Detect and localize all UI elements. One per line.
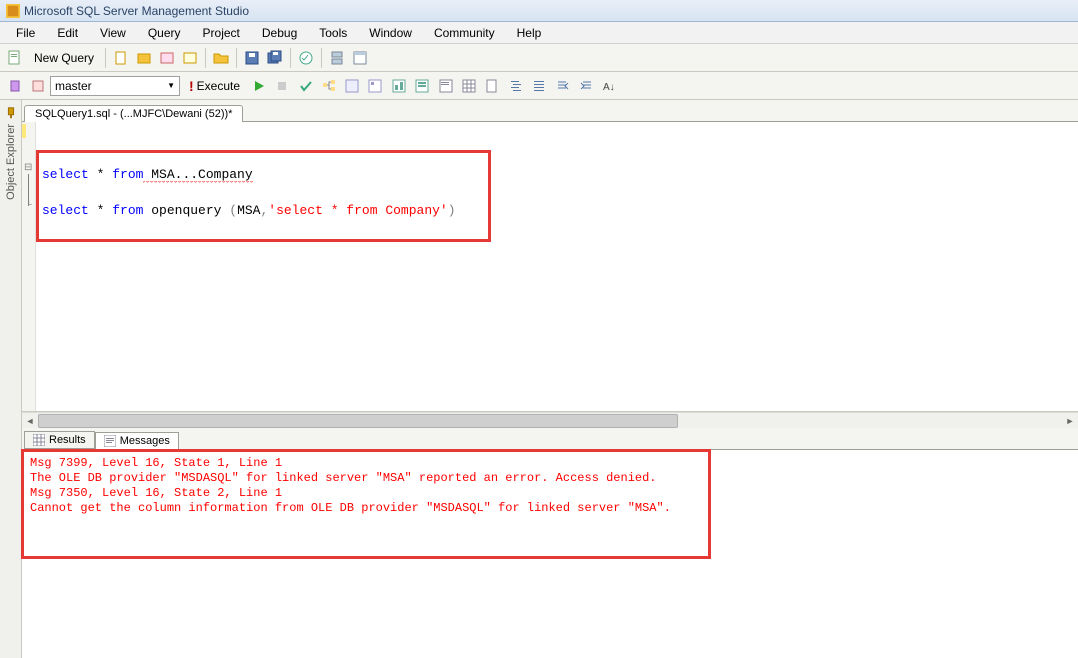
object-explorer-label: Object Explorer (5, 124, 17, 200)
dropdown-arrow-icon: ▼ (167, 81, 175, 90)
estimated-plan-icon[interactable] (318, 75, 340, 97)
document-tab-label: SQLQuery1.sql - (...MJFC\Dewani (52))* (35, 108, 232, 120)
window-title: Microsoft SQL Server Management Studio (24, 4, 249, 18)
execute-label: Execute (197, 79, 240, 93)
results-grid-icon (33, 434, 45, 446)
execute-button[interactable]: ! Execute (182, 75, 247, 97)
menu-help[interactable]: Help (507, 24, 552, 42)
change-connection-icon[interactable] (27, 75, 49, 97)
scroll-right-icon[interactable]: ► (1062, 413, 1078, 429)
open-file-icon[interactable] (210, 47, 232, 69)
results-tab-label: Results (49, 434, 86, 446)
include-stats-icon[interactable] (411, 75, 433, 97)
msg-line-2: The OLE DB provider "MSDASQL" for linked… (30, 471, 657, 485)
cancel-icon[interactable] (271, 75, 293, 97)
msg-line-1: Msg 7399, Level 16, State 1, Line 1 (30, 456, 282, 470)
messages-icon (104, 435, 116, 447)
results-file-icon[interactable] (481, 75, 503, 97)
new-file-icon[interactable] (110, 47, 132, 69)
menu-project[interactable]: Project (193, 24, 250, 42)
sql-editor[interactable]: ⊟ └ select * from MSA...Company select *… (22, 122, 1078, 412)
uncomment-icon[interactable] (528, 75, 550, 97)
sql-code: select * from MSA...Company select * fro… (22, 122, 1078, 228)
scroll-thumb[interactable] (38, 414, 678, 428)
activity-monitor-icon[interactable] (295, 47, 317, 69)
new-query-button[interactable]: New Query (27, 48, 101, 68)
menu-bar: File Edit View Query Project Debug Tools… (0, 22, 1078, 44)
database-combo[interactable]: master ▼ (50, 76, 180, 96)
sql-editor-toolbar: master ▼ ! Execute A↓ (0, 72, 1078, 100)
menu-file[interactable]: File (6, 24, 45, 42)
menu-community[interactable]: Community (424, 24, 505, 42)
include-plan-icon[interactable] (388, 75, 410, 97)
object-explorer-details-icon[interactable] (349, 47, 371, 69)
query-options-icon[interactable] (341, 75, 363, 97)
menu-tools[interactable]: Tools (309, 24, 357, 42)
new-query-label: New Query (34, 51, 94, 65)
comment-icon[interactable] (505, 75, 527, 97)
menu-window[interactable]: Window (359, 24, 422, 42)
execute-bang-icon: ! (189, 78, 194, 94)
specify-values-icon[interactable]: A↓ (599, 75, 621, 97)
save-all-icon[interactable] (264, 47, 286, 69)
new-query-icon[interactable] (4, 47, 26, 69)
msg-line-4: Cannot get the column information from O… (30, 501, 671, 515)
menu-query[interactable]: Query (138, 24, 191, 42)
messages-pane[interactable]: Msg 7399, Level 16, State 1, Line 1 The … (22, 450, 1078, 658)
collapse-glyph-icon[interactable]: ⊟ (24, 162, 32, 173)
standard-toolbar: New Query (0, 44, 1078, 72)
intellisense-icon[interactable] (364, 75, 386, 97)
debug-icon[interactable] (248, 75, 270, 97)
document-tab[interactable]: SQLQuery1.sql - (...MJFC\Dewani (52))* (24, 105, 243, 122)
parse-icon[interactable] (295, 75, 317, 97)
database-selected: master (55, 79, 92, 93)
results-tabstrip: Results Messages (22, 428, 1078, 450)
editor-scrollbar-h[interactable]: ◄ ► (22, 412, 1078, 428)
app-icon (6, 4, 20, 18)
msg-line-3: Msg 7350, Level 16, State 2, Line 1 (30, 486, 282, 500)
messages-tab-label: Messages (120, 435, 170, 447)
new-template-icon[interactable] (156, 47, 178, 69)
scroll-left-icon[interactable]: ◄ (22, 413, 38, 429)
document-tabstrip: SQLQuery1.sql - (...MJFC\Dewani (52))* (22, 100, 1078, 122)
new-project-icon[interactable] (133, 47, 155, 69)
collapse-end-icon: └ (26, 200, 32, 209)
svg-text:A↓: A↓ (603, 82, 615, 93)
menu-view[interactable]: View (90, 24, 136, 42)
menu-debug[interactable]: Debug (252, 24, 307, 42)
results-text-icon[interactable] (435, 75, 457, 97)
messages-tab[interactable]: Messages (95, 432, 179, 450)
connect-icon[interactable] (4, 75, 26, 97)
results-grid-icon[interactable] (458, 75, 480, 97)
outdent-icon[interactable] (575, 75, 597, 97)
new-analysis-icon[interactable] (179, 47, 201, 69)
results-tab[interactable]: Results (24, 431, 95, 449)
object-explorer-tab[interactable]: Object Explorer (0, 100, 22, 658)
indent-icon[interactable] (552, 75, 574, 97)
save-icon[interactable] (241, 47, 263, 69)
title-bar: Microsoft SQL Server Management Studio (0, 0, 1078, 22)
registered-servers-icon[interactable] (326, 47, 348, 69)
menu-edit[interactable]: Edit (47, 24, 88, 42)
pin-icon (4, 106, 18, 120)
